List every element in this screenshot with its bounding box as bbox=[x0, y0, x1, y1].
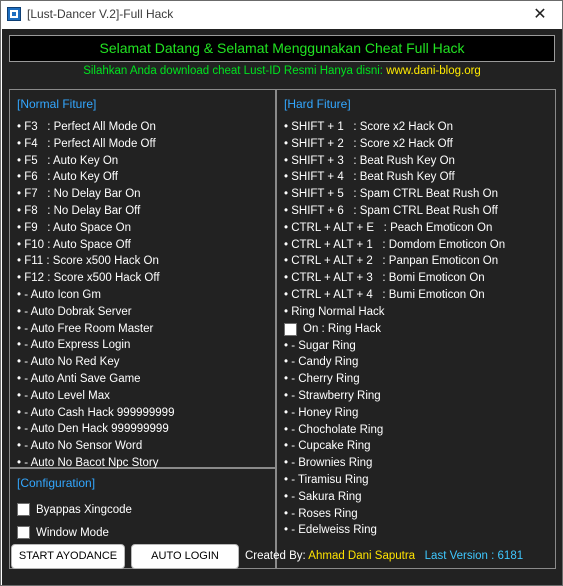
list-item: • - Cupcake Ring bbox=[284, 440, 371, 453]
title-bar[interactable]: [Lust-Dancer V.2]-Full Hack ✕ bbox=[1, 1, 562, 29]
close-icon[interactable]: ✕ bbox=[518, 1, 562, 29]
hard-fiture-heading: [Hard Fiture] bbox=[284, 97, 351, 111]
list-item: • - Candy Ring bbox=[284, 356, 359, 369]
list-item: • - Brownies Ring bbox=[284, 457, 373, 470]
list-item: • - Chocholate Ring bbox=[284, 423, 384, 436]
configuration-heading: [Configuration] bbox=[17, 476, 96, 490]
list-item: • F8 : No Delay Bar Off bbox=[17, 204, 141, 217]
window-mode-label: Window Mode bbox=[36, 526, 109, 539]
list-item: • SHIFT + 6 : Spam CTRL Beat Rush Off bbox=[284, 204, 498, 217]
window-title: [Lust-Dancer V.2]-Full Hack bbox=[27, 7, 174, 21]
download-notice: Silahkan Anda download cheat Lust-ID Res… bbox=[9, 65, 555, 81]
welcome-banner: Selamat Datang & Selamat Menggunakan Che… bbox=[9, 35, 555, 62]
list-item: • SHIFT + 2 : Score x2 Hack Off bbox=[284, 137, 453, 150]
checkbox-icon[interactable] bbox=[284, 322, 297, 336]
list-item: • SHIFT + 4 : Beat Rush Key Off bbox=[284, 171, 455, 184]
list-item: • - Roses Ring bbox=[284, 507, 358, 520]
list-item: • - Auto Free Room Master bbox=[17, 322, 154, 335]
checkbox-icon[interactable] bbox=[17, 526, 30, 539]
app-window: [Lust-Dancer V.2]-Full Hack ✕ Selamat Da… bbox=[0, 0, 563, 586]
hard-fiture-panel: [Hard Fiture] • SHIFT + 1 : Score x2 Hac… bbox=[276, 89, 556, 569]
hard-fiture-list: • SHIFT + 1 : Score x2 Hack On • SHIFT +… bbox=[284, 119, 505, 539]
list-item: • - Sugar Ring bbox=[284, 339, 356, 352]
list-item: • - Auto Cash Hack 999999999 bbox=[17, 406, 175, 419]
download-site-link: www.dani-blog.org bbox=[386, 65, 481, 77]
auto-login-button[interactable]: AUTO LOGIN bbox=[131, 544, 239, 569]
list-item: • F9 : Auto Space On bbox=[17, 221, 131, 234]
list-item: • - Auto Express Login bbox=[17, 339, 131, 352]
download-notice-text: Silahkan Anda download cheat Lust-ID Res… bbox=[83, 65, 387, 77]
ring-hack-checkbox[interactable]: On : Ring Hack bbox=[284, 321, 505, 338]
app-icon bbox=[7, 7, 21, 21]
list-item: • - Auto Level Max bbox=[17, 389, 110, 402]
window-mode-checkbox[interactable]: Window Mode bbox=[17, 521, 132, 544]
list-item: • CTRL + ALT + 3 : Bomi Emoticon On bbox=[284, 272, 485, 285]
list-item: • SHIFT + 3 : Beat Rush Key On bbox=[284, 154, 455, 167]
list-item: • - Strawberry Ring bbox=[284, 389, 381, 402]
normal-fiture-heading: [Normal Fiture] bbox=[17, 97, 97, 111]
list-item: • - Sakura Ring bbox=[284, 490, 362, 503]
credits-footer: Created By: Ahmad Dani Saputra Last Vers… bbox=[245, 550, 523, 562]
list-item: • - Auto Icon Gm bbox=[17, 288, 101, 301]
list-item: • - Auto No Sensor Word bbox=[17, 440, 143, 453]
list-item: • CTRL + ALT + 4 : Bumi Emoticon On bbox=[284, 288, 485, 301]
list-item: • F10 : Auto Space Off bbox=[17, 238, 131, 251]
list-item: • - Honey Ring bbox=[284, 406, 359, 419]
list-item: • SHIFT + 1 : Score x2 Hack On bbox=[284, 121, 454, 133]
start-ayodance-button[interactable]: START AYODANCE bbox=[11, 544, 125, 569]
list-item: • - Tiramisu Ring bbox=[284, 473, 369, 486]
list-item: • - Auto Den Hack 999999999 bbox=[17, 423, 169, 436]
list-item: • - Cherry Ring bbox=[284, 373, 360, 386]
list-item: • F12 : Score x500 Hack Off bbox=[17, 272, 160, 285]
list-item: • F6 : Auto Key Off bbox=[17, 171, 118, 184]
list-item: • CTRL + ALT + 2 : Panpan Emoticon On bbox=[284, 255, 499, 268]
version-label: Last Version : 6181 bbox=[424, 550, 524, 562]
created-by-label: Created By: bbox=[245, 550, 309, 562]
list-item: • CTRL + ALT + 1 : Domdom Emoticon On bbox=[284, 238, 506, 251]
author-name: Ahmad Dani Saputra bbox=[308, 550, 416, 562]
list-item: • - Auto Dobrak Server bbox=[17, 305, 132, 318]
bypass-xingcode-checkbox[interactable]: Byappas Xingcode bbox=[17, 498, 132, 521]
normal-fiture-panel: [Normal Fiture] • F3 : Perfect All Mode … bbox=[9, 89, 276, 469]
list-item: • SHIFT + 5 : Spam CTRL Beat Rush On bbox=[284, 188, 498, 201]
list-item: • - Auto No Red Key bbox=[17, 356, 120, 369]
list-item: • CTRL + ALT + E : Peach Emoticon On bbox=[284, 221, 493, 234]
list-item: • Ring Normal Hack bbox=[284, 305, 385, 318]
configuration-list: Byappas Xingcode Window Mode bbox=[17, 498, 132, 544]
normal-fiture-list: • F3 : Perfect All Mode On • F4 : Perfec… bbox=[17, 119, 174, 472]
list-item: • F7 : No Delay Bar On bbox=[17, 188, 141, 201]
client-area: Selamat Datang & Selamat Menggunakan Che… bbox=[2, 29, 562, 585]
ring-hack-label: On : Ring Hack bbox=[303, 322, 381, 335]
list-item: • - Auto Anti Save Game bbox=[17, 372, 141, 385]
bypass-xingcode-label: Byappas Xingcode bbox=[36, 503, 132, 516]
list-item: • F3 : Perfect All Mode On bbox=[17, 121, 156, 133]
list-item: • - Edelweiss Ring bbox=[284, 524, 377, 537]
checkbox-icon[interactable] bbox=[17, 503, 30, 516]
list-item: • F4 : Perfect All Mode Off bbox=[17, 137, 156, 150]
list-item: • F11 : Score x500 Hack On bbox=[17, 255, 159, 268]
list-item: • F5 : Auto Key On bbox=[17, 154, 119, 167]
